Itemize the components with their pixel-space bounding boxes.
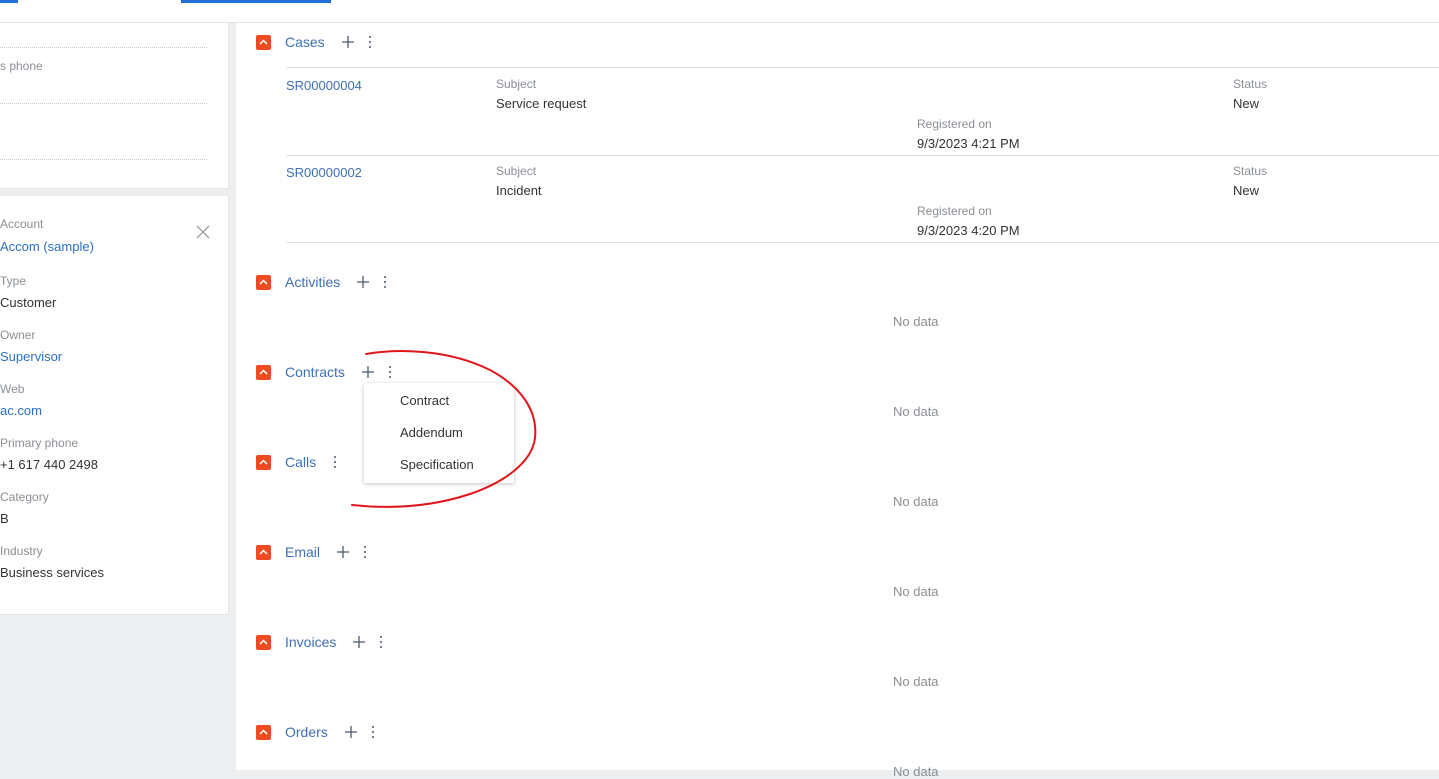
activities-empty-text: No data [893, 314, 939, 329]
case-registered-value: 9/3/2023 4:20 PM [917, 223, 1020, 238]
add-order-plus-icon[interactable] [344, 725, 358, 739]
collapse-contracts-button[interactable] [256, 364, 271, 380]
field-value-owner[interactable]: Supervisor [0, 349, 62, 364]
section-title-activities[interactable]: Activities [285, 274, 340, 290]
case-number-link[interactable]: SR00000004 [286, 78, 362, 93]
collapse-cases-button[interactable] [256, 34, 271, 50]
chevron-up-icon [259, 369, 268, 375]
chevron-up-icon [259, 459, 268, 465]
field-label-primary-phone: Primary phone [0, 436, 79, 450]
field-value-industry: Business services [0, 565, 105, 580]
section-header-contracts: Contracts [256, 362, 393, 382]
field-label-type: Type [0, 274, 27, 288]
field-label-owner: Owner [0, 328, 36, 342]
collapse-email-button[interactable] [256, 544, 271, 560]
case-subject-label: Subject [496, 77, 537, 91]
section-header-email: Email [256, 542, 368, 562]
contact-details-card: s phone [0, 23, 229, 189]
section-header-orders: Orders [256, 722, 376, 742]
field-divider [0, 103, 207, 104]
add-case-plus-icon[interactable] [341, 35, 355, 49]
section-title-orders[interactable]: Orders [285, 724, 328, 740]
case-subject-value: Incident [496, 183, 542, 198]
section-title-email[interactable]: Email [285, 544, 320, 560]
case-subject-value: Service request [496, 96, 587, 111]
add-invoice-plus-icon[interactable] [352, 635, 366, 649]
field-value-primary-phone: +1 617 440 2498 [0, 457, 98, 472]
chevron-up-icon [259, 639, 268, 645]
collapse-orders-button[interactable] [256, 724, 271, 740]
top-bar [0, 0, 1439, 23]
invoices-empty-text: No data [893, 674, 939, 689]
collapse-activities-button[interactable] [256, 274, 271, 290]
add-activity-plus-icon[interactable] [356, 275, 370, 289]
section-header-cases: Cases [256, 32, 373, 52]
email-more-icon[interactable] [362, 545, 368, 559]
row-divider [286, 242, 1439, 243]
menu-item-contract[interactable]: Contract [400, 393, 449, 408]
case-subject-label: Subject [496, 164, 537, 178]
field-value-account[interactable]: Accom (sample) [0, 239, 94, 254]
chevron-up-icon [259, 39, 268, 45]
chevron-up-icon [259, 549, 268, 555]
case-status-label: Status [1233, 164, 1268, 178]
contracts-empty-text: No data [893, 404, 939, 419]
section-header-invoices: Invoices [256, 632, 384, 652]
add-contract-plus-icon[interactable] [361, 365, 375, 379]
field-divider [0, 159, 207, 160]
section-header-activities: Activities [256, 272, 388, 292]
field-label-industry: Industry [0, 544, 43, 558]
cases-more-icon[interactable] [367, 35, 373, 49]
row-divider [286, 155, 1439, 156]
field-label-phone: s phone [0, 59, 43, 73]
section-title-cases[interactable]: Cases [285, 34, 325, 50]
top-button-left[interactable] [0, 0, 18, 3]
case-status-value: New [1233, 183, 1260, 198]
orders-more-icon[interactable] [370, 725, 376, 739]
case-registered-label: Registered on [917, 117, 992, 131]
field-value-web[interactable]: ac.com [0, 403, 42, 418]
case-number-link[interactable]: SR00000002 [286, 165, 362, 180]
orders-empty-text: No data [893, 764, 939, 779]
close-icon[interactable] [195, 224, 211, 240]
chevron-up-icon [259, 729, 268, 735]
chevron-up-icon [259, 279, 268, 285]
field-label-web: Web [0, 382, 25, 396]
case-status-label: Status [1233, 77, 1268, 91]
account-info-card: Account Accom (sample) Type Customer Own… [0, 196, 229, 615]
contracts-more-icon[interactable] [387, 365, 393, 379]
section-title-contracts[interactable]: Contracts [285, 364, 345, 380]
menu-item-addendum[interactable]: Addendum [400, 425, 463, 440]
activities-more-icon[interactable] [382, 275, 388, 289]
field-value-type: Customer [0, 295, 57, 310]
section-title-invoices[interactable]: Invoices [285, 634, 336, 650]
calls-empty-text: No data [893, 494, 939, 509]
email-empty-text: No data [893, 584, 939, 599]
calls-more-icon[interactable] [332, 455, 338, 469]
row-divider [286, 67, 1439, 68]
field-label-account: Account [0, 217, 44, 231]
add-email-plus-icon[interactable] [336, 545, 350, 559]
invoices-more-icon[interactable] [378, 635, 384, 649]
section-title-calls[interactable]: Calls [285, 454, 316, 470]
contracts-add-menu: Contract Addendum Specification [364, 383, 514, 483]
top-button-main[interactable] [181, 0, 331, 3]
field-divider [0, 47, 207, 48]
collapse-calls-button[interactable] [256, 454, 271, 470]
case-status-value: New [1233, 96, 1260, 111]
section-header-calls: Calls [256, 452, 338, 472]
field-label-category: Category [0, 490, 49, 504]
field-value-category: B [0, 511, 9, 526]
collapse-invoices-button[interactable] [256, 634, 271, 650]
case-registered-value: 9/3/2023 4:21 PM [917, 136, 1020, 151]
menu-item-specification[interactable]: Specification [400, 457, 474, 472]
case-registered-label: Registered on [917, 204, 992, 218]
